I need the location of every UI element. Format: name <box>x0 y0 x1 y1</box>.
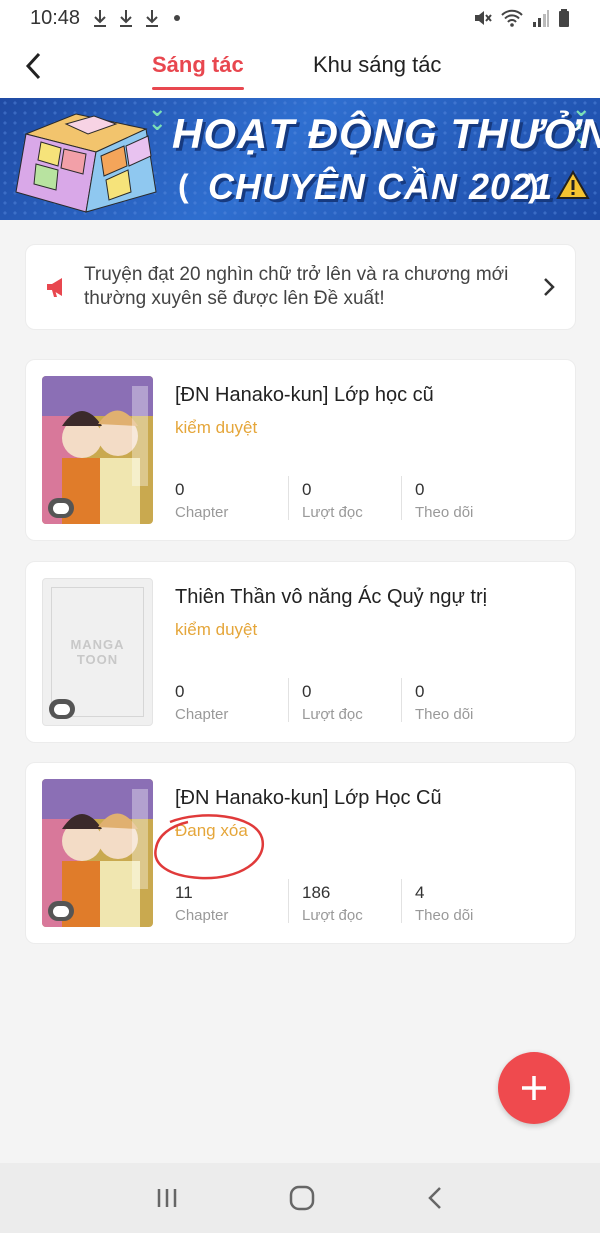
placeholder-logo-text: MANGA <box>70 637 125 652</box>
story-title: [ĐN Hanako-kun] Lớp Học Cũ <box>175 787 442 809</box>
story-stats: 11 Chapter 186 Lượt đọc 4 Theo dõi <box>175 879 514 924</box>
tab-label: Sáng tác <box>152 52 244 77</box>
stat-followers: 0 Theo dõi <box>401 476 514 521</box>
wifi-icon <box>501 9 523 27</box>
tab-label: Khu sáng tác <box>313 52 442 77</box>
add-story-button[interactable] <box>498 1052 570 1124</box>
download-icon <box>94 10 107 27</box>
mute-icon <box>475 11 492 25</box>
story-card[interactable]: [ĐN Hanako-kun] Lớp học cũ kiểm duyệt 0 … <box>25 359 576 541</box>
status-time: 10:48 <box>30 6 81 29</box>
stat-reads: 0 Lượt đọc <box>288 678 401 723</box>
stat-value: 0 <box>302 682 312 701</box>
banner-title-line1: HOẠT ĐỘNG THƯỞNG <box>172 110 600 157</box>
laurel-right-icon: ) <box>528 168 539 204</box>
recent-apps-icon[interactable] <box>154 1186 180 1210</box>
stat-value: 0 <box>415 480 425 499</box>
story-title: Thiên Thần vô năng Ác Quỷ ngự trị <box>175 586 488 608</box>
stat-value: 11 <box>175 883 193 902</box>
signal-icon <box>533 10 549 27</box>
stat-value: 4 <box>415 883 425 902</box>
story-status: Đang xóa <box>175 821 248 840</box>
laurel-left-icon: ( <box>178 168 189 204</box>
stat-chapters: 0 Chapter <box>175 476 288 521</box>
stat-value: 186 <box>302 883 331 902</box>
story-cover <box>42 779 153 927</box>
notice-text: Truyện đạt 20 nghìn chữ trở lên và ra ch… <box>84 264 509 309</box>
stat-chapters: 0 Chapter <box>175 678 288 723</box>
system-nav-bar <box>0 1163 600 1233</box>
stat-value: 0 <box>302 480 312 499</box>
status-bar: 10:48 <box>0 0 600 36</box>
stat-label: Chapter <box>175 504 229 521</box>
app-header: Sáng tác Khu sáng tác <box>0 36 600 98</box>
recommendation-notice[interactable]: Truyện đạt 20 nghìn chữ trở lên và ra ch… <box>25 244 576 330</box>
stat-label: Theo dõi <box>415 706 474 723</box>
comment-icon <box>48 901 74 921</box>
stat-label: Lượt đọc <box>302 706 363 723</box>
download-icon <box>146 10 159 27</box>
comment-icon <box>48 498 74 518</box>
stat-followers: 0 Theo dõi <box>401 678 514 723</box>
more-notifications-dot <box>174 15 181 21</box>
status-system-icons <box>472 8 570 28</box>
stat-reads: 0 Lượt đọc <box>288 476 401 521</box>
story-stats: 0 Chapter 0 Lượt đọc 0 Theo dõi <box>175 476 514 521</box>
banner-chevrons: ⌄ ⌄ <box>148 98 167 135</box>
status-notifications <box>92 8 181 28</box>
chevron-left-icon <box>25 52 41 80</box>
stat-label: Chapter <box>175 706 229 723</box>
stat-label: Lượt đọc <box>302 504 363 521</box>
promo-banner[interactable]: ⌄ ⌄ ⌄ ⌄ ⌄ HOẠT ĐỘNG THƯỞNG ( CHUYÊN CẦN 202… <box>0 98 600 220</box>
stat-label: Lượt đọc <box>302 907 363 924</box>
battery-icon <box>559 9 569 27</box>
stat-value: 0 <box>175 480 185 499</box>
chevron-right-icon <box>544 278 555 296</box>
active-tab-indicator <box>152 87 244 90</box>
story-cover <box>42 376 153 524</box>
story-title: [ĐN Hanako-kun] Lớp học cũ <box>175 384 434 406</box>
story-cover-placeholder: MANGA TOON <box>42 578 153 726</box>
plus-icon <box>522 1076 546 1100</box>
story-card[interactable]: [ĐN Hanako-kun] Lớp Học Cũ Đang xóa 11 C… <box>25 762 576 944</box>
story-status: kiểm duyệt <box>175 418 258 437</box>
back-button[interactable] <box>18 50 48 82</box>
stat-value: 0 <box>415 682 425 701</box>
story-card[interactable]: MANGA TOON Thiên Thần vô năng Ác Quỷ ngự… <box>25 561 576 743</box>
download-icon <box>120 10 133 27</box>
stat-reads: 186 Lượt đọc <box>288 879 401 924</box>
megaphone-icon <box>47 278 62 297</box>
system-back-icon[interactable] <box>424 1185 446 1211</box>
tab-sang-tac[interactable]: Sáng tác <box>152 52 244 90</box>
stat-value: 0 <box>175 682 185 701</box>
warning-icon <box>556 170 590 199</box>
story-status: kiểm duyệt <box>175 620 258 639</box>
stat-label: Theo dõi <box>415 504 474 521</box>
comment-icon <box>49 699 75 719</box>
stat-followers: 4 Theo dõi <box>401 879 514 924</box>
stat-label: Chapter <box>175 907 229 924</box>
home-icon[interactable] <box>288 1184 316 1212</box>
stat-label: Theo dõi <box>415 907 474 924</box>
banner-title-line2: CHUYÊN CẦN 2021 <box>208 166 554 207</box>
story-stats: 0 Chapter 0 Lượt đọc 0 Theo dõi <box>175 678 514 723</box>
tab-khu-sang-tac[interactable]: Khu sáng tác <box>313 52 441 78</box>
stat-chapters: 11 Chapter <box>175 879 288 924</box>
placeholder-logo: MANGA TOON <box>51 587 144 717</box>
placeholder-logo-text: TOON <box>76 652 119 667</box>
